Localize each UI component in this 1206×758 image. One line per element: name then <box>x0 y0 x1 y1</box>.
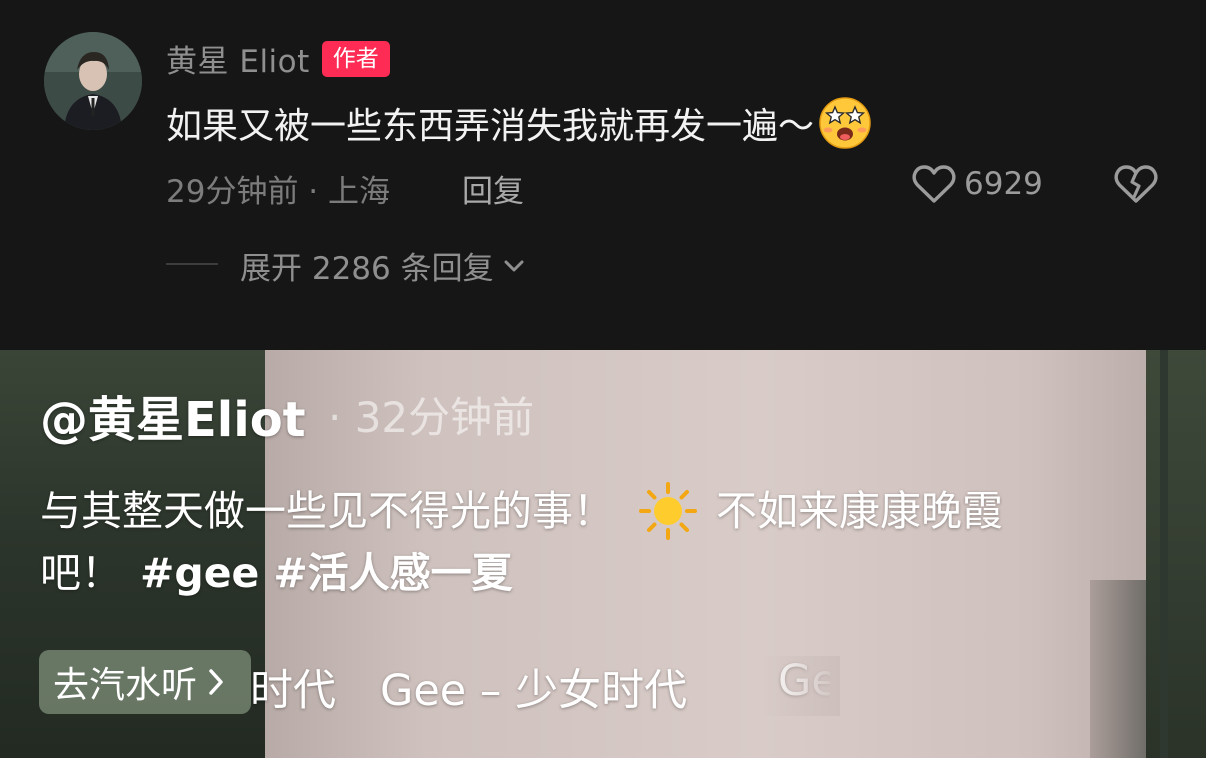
music-text-partial-left: 时代 <box>250 666 336 716</box>
video-caption: 与其整天做一些见不得光的事！ 不如来康康晚霞 吧！ #gee #活人感一夏 <box>40 480 1150 604</box>
sun-emoji-icon <box>639 482 697 540</box>
comment-meta: 29分钟前 · 上海 <box>166 174 391 210</box>
video-background-right <box>1146 350 1206 758</box>
author-avatar[interactable] <box>44 32 142 130</box>
video-background-pole <box>1160 350 1168 758</box>
expand-divider <box>166 263 218 265</box>
heart-outline-icon <box>912 165 956 203</box>
avatar-image <box>44 32 142 130</box>
caption-text-a: 与其整天做一些见不得光的事！ <box>40 487 614 535</box>
comment-author-name[interactable]: 黄星 Eliot <box>166 36 310 81</box>
music-fade <box>760 656 840 716</box>
caption-text-prefix: 吧！ <box>40 549 122 597</box>
comment-author-row: 黄星 Eliot 作者 <box>166 36 390 81</box>
caption-line-2: 吧！ #gee #活人感一夏 <box>40 542 1150 604</box>
starry-eyes-emoji-icon <box>819 97 871 149</box>
caption-text-b: 不如来康康晚霞 <box>716 487 1003 535</box>
hashtag-gee[interactable]: #gee <box>140 542 259 604</box>
dislike-button[interactable] <box>1114 164 1158 208</box>
broken-heart-icon <box>1114 165 1158 203</box>
expand-replies-button[interactable]: 展开 2286 条回复 <box>240 243 526 288</box>
music-marquee[interactable]: 时代 Gee – 少女时代 Ge <box>250 656 830 716</box>
like-count: 6929 <box>964 166 1043 202</box>
author-badge: 作者 <box>321 40 390 77</box>
video-post-time: · 32分钟前 <box>328 393 535 442</box>
hashtag-summer[interactable]: #活人感一夏 <box>273 542 512 604</box>
chevron-down-icon <box>504 260 524 271</box>
chevron-right-icon <box>209 669 223 695</box>
music-text: Gee – 少女时代 <box>380 666 688 716</box>
expand-replies-label: 展开 2286 条回复 <box>240 251 494 287</box>
like-button[interactable]: 6929 <box>912 164 1043 204</box>
comment-panel: 黄星 Eliot 作者 如果又被一些东西弄消失我就再发一遍～ 29分钟前 · 上… <box>0 0 1206 350</box>
comment-text: 如果又被一些东西弄消失我就再发一遍～ <box>166 106 815 147</box>
caption-line-1: 与其整天做一些见不得光的事！ 不如来康康晚霞 <box>40 480 1150 542</box>
comment-body: 如果又被一些东西弄消失我就再发一遍～ <box>166 96 872 150</box>
reply-button[interactable]: 回复 <box>462 166 524 211</box>
listen-in-soda-label: 去汽水听 <box>53 665 198 706</box>
listen-in-soda-button[interactable]: 去汽水听 <box>39 650 251 714</box>
video-player[interactable]: @黄星Eliot · 32分钟前 与其整天做一些见不得光的事！ 不如来康康晚霞 … <box>0 350 1206 758</box>
video-author-name[interactable]: @黄星Eliot <box>40 380 306 450</box>
